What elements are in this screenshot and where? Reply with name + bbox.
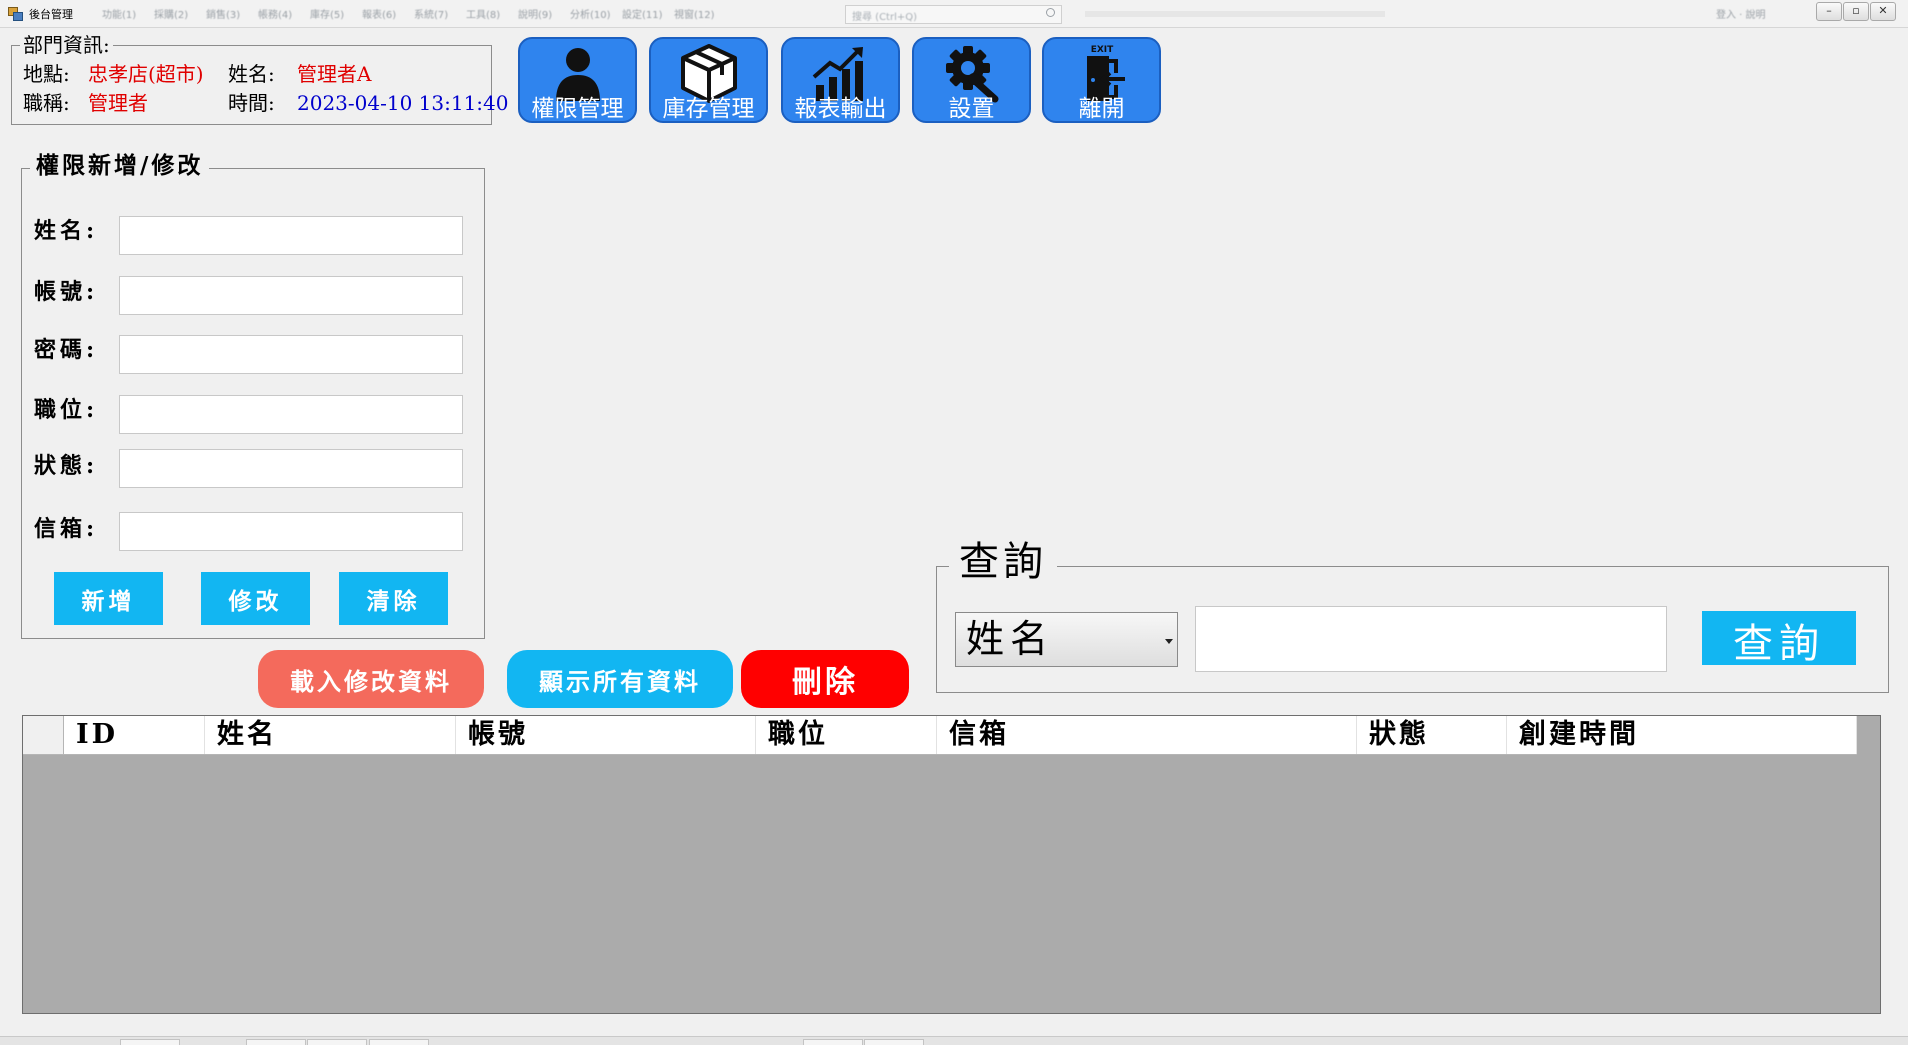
- report-output-button[interactable]: 報表輸出: [781, 37, 900, 123]
- query-field-value: 姓名: [966, 617, 1055, 661]
- name-label: 姓名:: [228, 62, 275, 86]
- query-button[interactable]: 查詢: [1702, 611, 1856, 667]
- menu-item[interactable]: 說明(9): [514, 6, 566, 21]
- name-input[interactable]: [119, 216, 463, 255]
- nav-label: 權限管理: [531, 96, 624, 122]
- menu-item[interactable]: 視窗(12): [670, 6, 722, 21]
- close-button[interactable]: ✕: [1870, 2, 1896, 21]
- column-header-email[interactable]: 信箱: [937, 716, 1357, 754]
- add-button[interactable]: 新增: [54, 572, 163, 625]
- grid-header: ID 姓名 帳號 職位 信箱 狀態 創建時間: [23, 716, 1857, 755]
- load-edit-data-button[interactable]: 載入修改資料: [258, 650, 484, 708]
- exit-button[interactable]: EXIT 離開: [1042, 37, 1161, 123]
- position-input[interactable]: [119, 395, 463, 434]
- column-header-account[interactable]: 帳號: [456, 716, 756, 754]
- inventory-management-button[interactable]: 庫存管理: [649, 37, 768, 123]
- gear-wrench-icon: [946, 46, 999, 103]
- box-icon: [681, 44, 737, 103]
- permission-management-button[interactable]: 權限管理: [518, 37, 637, 123]
- menu-search-placeholder: 搜尋 (Ctrl+Q): [852, 12, 918, 23]
- minimize-icon: –: [1826, 4, 1832, 17]
- department-info-group: 部門資訊: 地點: 忠孝店(超市) 姓名: 管理者A 職稱: 管理者 時間: 2…: [11, 34, 509, 125]
- password-input[interactable]: [119, 335, 463, 374]
- menu-item[interactable]: 銷售(3): [202, 6, 254, 21]
- bottom-tab[interactable]: [307, 1039, 367, 1045]
- data-grid[interactable]: ID 姓名 帳號 職位 信箱 狀態 創建時間: [22, 715, 1881, 1014]
- show-all-data-button[interactable]: 顯示所有資料: [507, 650, 733, 708]
- exit-door-icon: EXIT: [1087, 45, 1125, 101]
- permission-edit-group: 權限新增/修改 姓名: 帳號: 密碼: 職位: 狀態: 信箱: 新增 修改 清除: [21, 151, 485, 639]
- menu-item[interactable]: 分析(10): [566, 6, 618, 21]
- search-icon: [1046, 8, 1055, 17]
- menu-divider: [1085, 11, 1385, 17]
- app-icon: [8, 7, 23, 21]
- time-value: 2023-04-10 13:11:40: [297, 91, 509, 115]
- menu-item[interactable]: 報表(6): [358, 6, 410, 21]
- query-legend: 查詢: [949, 535, 1057, 589]
- location-value: 忠孝店(超市): [88, 62, 204, 86]
- time-label: 時間:: [228, 91, 275, 115]
- delete-button[interactable]: 刪除: [741, 650, 909, 708]
- name-value: 管理者A: [297, 62, 372, 86]
- bottom-tab[interactable]: [246, 1039, 306, 1045]
- menu-item[interactable]: 系統(7): [410, 6, 462, 21]
- field-label-position: 職位:: [34, 397, 99, 423]
- clear-button[interactable]: 清除: [339, 572, 448, 625]
- column-header-position[interactable]: 職位: [756, 716, 937, 754]
- menu-item[interactable]: 帳務(4): [254, 6, 306, 21]
- nav-label: 離開: [1078, 96, 1125, 122]
- email-input[interactable]: [119, 512, 463, 551]
- field-label-email: 信箱:: [34, 516, 99, 542]
- chevron-down-icon: [1165, 639, 1173, 644]
- field-label-password: 密碼:: [34, 337, 99, 363]
- grid-corner: [23, 716, 64, 754]
- column-header-status[interactable]: 狀態: [1357, 716, 1507, 754]
- restore-button[interactable]: ▫: [1843, 2, 1869, 21]
- bottom-tab[interactable]: [864, 1039, 924, 1045]
- field-label-status: 狀態:: [34, 453, 99, 479]
- nav-label: 庫存管理: [662, 96, 755, 122]
- menu-item[interactable]: 工具(8): [462, 6, 514, 21]
- menu-item[interactable]: 設定(11): [618, 6, 670, 21]
- menu-search-box[interactable]: 搜尋 (Ctrl+Q): [845, 5, 1062, 24]
- job-title-label: 職稱:: [23, 91, 70, 115]
- bottom-tab[interactable]: [120, 1039, 180, 1045]
- settings-button[interactable]: 設置: [912, 37, 1031, 123]
- bottom-tab[interactable]: [803, 1039, 863, 1045]
- menu-item[interactable]: 庫存(5): [306, 6, 358, 21]
- field-label-name: 姓名:: [34, 218, 99, 244]
- minimize-button[interactable]: –: [1816, 2, 1842, 21]
- edit-button[interactable]: 修改: [201, 572, 310, 625]
- menu-item[interactable]: 採購(2): [150, 6, 202, 21]
- user-icon: [556, 48, 600, 101]
- query-group: 查詢 姓名 查詢: [936, 535, 1889, 693]
- chart-icon: [812, 47, 863, 101]
- bottom-tab[interactable]: [369, 1039, 429, 1045]
- account-input[interactable]: [119, 276, 463, 315]
- window-controls: – ▫ ✕: [1815, 2, 1896, 21]
- column-header-created-time[interactable]: 創建時間: [1507, 716, 1857, 754]
- account-label[interactable]: 登入 · 說明: [1716, 6, 1766, 21]
- title-bar: 後台管理 功能(1) 採購(2) 銷售(3) 帳務(4) 庫存(5) 報表(6)…: [0, 0, 1908, 28]
- menu-bar: 功能(1) 採購(2) 銷售(3) 帳務(4) 庫存(5) 報表(6) 系統(7…: [98, 6, 722, 21]
- close-icon: ✕: [1878, 4, 1888, 17]
- nav-label: 設置: [948, 96, 995, 122]
- permission-edit-legend: 權限新增/修改: [30, 151, 210, 181]
- column-header-name[interactable]: 姓名: [205, 716, 456, 754]
- query-field-select[interactable]: 姓名: [955, 612, 1178, 667]
- menu-item[interactable]: 功能(1): [98, 6, 150, 21]
- status-input[interactable]: [119, 449, 463, 488]
- restore-icon: ▫: [1852, 4, 1860, 17]
- window-title: 後台管理: [29, 8, 73, 21]
- nav-label: 報表輸出: [794, 96, 887, 122]
- location-label: 地點:: [23, 62, 70, 86]
- department-info-legend: 部門資訊:: [20, 34, 113, 56]
- field-label-account: 帳號:: [34, 279, 99, 305]
- column-header-id[interactable]: ID: [64, 716, 205, 754]
- query-input[interactable]: [1195, 606, 1667, 672]
- job-title-value: 管理者: [88, 91, 148, 115]
- exit-sign-text: EXIT: [1091, 45, 1114, 55]
